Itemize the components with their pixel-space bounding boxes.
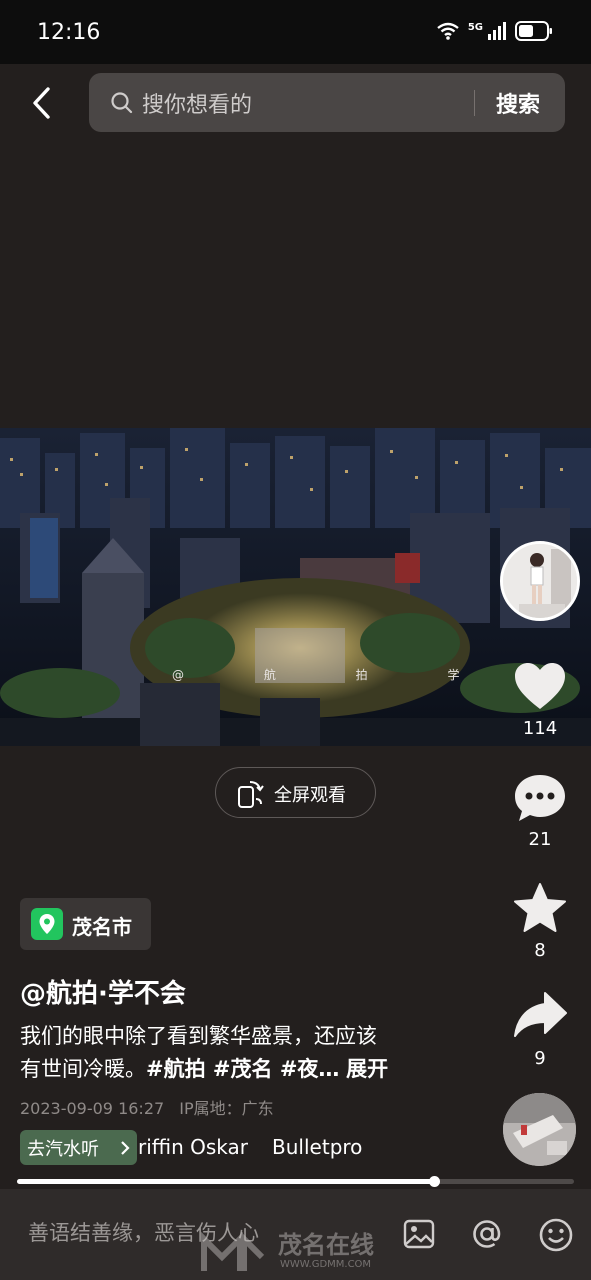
status-time: 12:16 — [37, 20, 101, 45]
author-name[interactable]: @航拍·学不会 — [20, 973, 186, 1010]
watermark-logo — [201, 1231, 265, 1271]
author-avatar[interactable] — [500, 541, 580, 621]
watermark-url: WWW.GDMM.COM — [280, 1259, 372, 1270]
back-button[interactable] — [28, 86, 58, 120]
progress-handle[interactable] — [429, 1176, 441, 1187]
music-chip-label: 去汽水听 — [27, 1139, 99, 1160]
favorite-action[interactable]: 8 — [500, 882, 580, 961]
star-icon — [514, 883, 566, 932]
watermark-text: 茂名在线 — [278, 1231, 374, 1259]
description-text: 有世间冷暖。 — [20, 1057, 146, 1081]
description-line-1: 我们的眼中除了看到繁华盛景，还应该 — [20, 1024, 377, 1048]
post-meta: 2023-09-09 16:27 IP属地：广东 — [20, 1095, 284, 1119]
expand-button[interactable]: 展开 — [346, 1057, 388, 1081]
network-label: 5G — [467, 21, 483, 33]
battery-icon — [515, 21, 552, 41]
hashtags[interactable]: #航拍 #茂名 #夜… — [146, 1057, 339, 1081]
signal-icon — [488, 22, 506, 40]
music-track-b: Bulletpro — [272, 1135, 363, 1159]
post-date: 2023-09-09 16:27 — [20, 1099, 165, 1118]
search-button[interactable]: 搜索 — [496, 87, 540, 119]
share-icon — [514, 992, 567, 1037]
favorite-count: 8 — [534, 940, 546, 961]
chevron-right-icon — [121, 1141, 130, 1155]
music-chip[interactable]: 去汽水听 — [20, 1130, 137, 1165]
comment-icon — [515, 775, 565, 821]
emoji-icon[interactable] — [538, 1217, 574, 1253]
heart-icon — [515, 663, 565, 709]
music-disc[interactable] — [503, 1093, 576, 1166]
like-action[interactable]: 114 — [500, 662, 580, 739]
progress-fill — [17, 1179, 435, 1184]
fullscreen-button[interactable]: 全屏观看 — [215, 767, 376, 818]
search-icon — [111, 92, 133, 114]
music-track-a: riffin Oskar — [138, 1135, 249, 1159]
avatar-image — [503, 544, 577, 618]
location-label: 茂名市 — [72, 915, 132, 939]
comment-count: 21 — [528, 829, 552, 850]
comment-action[interactable]: 21 — [500, 773, 580, 850]
description-line-2: 有世间冷暖。#航拍 #茂名 #夜… 展开 — [20, 1053, 460, 1086]
music-disc-image — [503, 1093, 576, 1166]
search-divider — [474, 90, 475, 116]
fullscreen-label: 全屏观看 — [274, 785, 346, 806]
search-box[interactable]: 搜你想看的 搜索 — [89, 73, 565, 132]
search-input[interactable]: 搜你想看的 — [142, 87, 252, 119]
status-bar: 12:16 5G — [0, 0, 591, 64]
share-action[interactable]: 9 — [500, 990, 580, 1069]
watermark: 茂名在线 WWW.GDMM.COM — [200, 1225, 410, 1277]
post-description: 我们的眼中除了看到繁华盛景，还应该 有世间冷暖。#航拍 #茂名 #夜… 展开 — [20, 1020, 460, 1086]
music-track-marquee: riffin Oskar Bulletpro — [138, 1135, 366, 1163]
location-pin-icon — [31, 908, 63, 940]
like-count: 114 — [522, 718, 558, 739]
at-icon[interactable] — [470, 1217, 504, 1251]
ip-location: IP属地：广东 — [179, 1099, 274, 1118]
back-icon — [33, 87, 50, 119]
location-chip[interactable]: 茂名市 — [20, 898, 151, 950]
wifi-icon — [437, 22, 459, 40]
share-count: 9 — [534, 1048, 546, 1069]
phone-rotate-icon — [238, 781, 264, 808]
status-icons: 5G — [436, 20, 553, 42]
